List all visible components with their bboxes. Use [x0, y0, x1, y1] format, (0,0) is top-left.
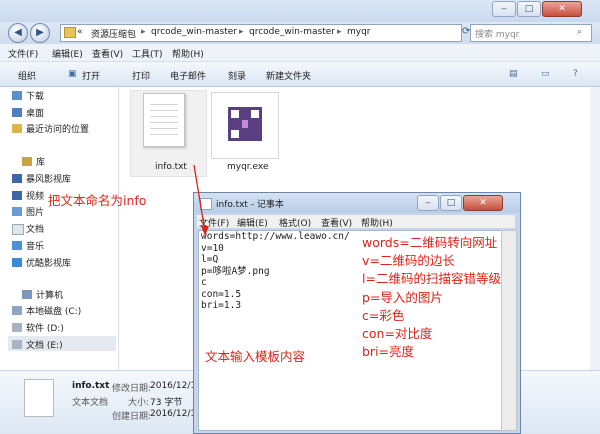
note-colorized: c=彩色 [362, 308, 405, 323]
note-brightness: bri=亮度 [362, 344, 415, 359]
note-words: words=二维码转向网址 [362, 235, 498, 250]
template-annotation: 文本输入模板内容 [205, 349, 306, 364]
note-level: l=二维码的扫描容错等级 [362, 271, 501, 286]
note-version: v=二维码的边长 [362, 253, 455, 268]
note-contrast: con=对比度 [362, 326, 433, 341]
rename-annotation: 把文本命名为info [48, 193, 147, 208]
note-picture: p=导入的图片 [362, 290, 443, 305]
annotation-arrow [193, 164, 209, 236]
